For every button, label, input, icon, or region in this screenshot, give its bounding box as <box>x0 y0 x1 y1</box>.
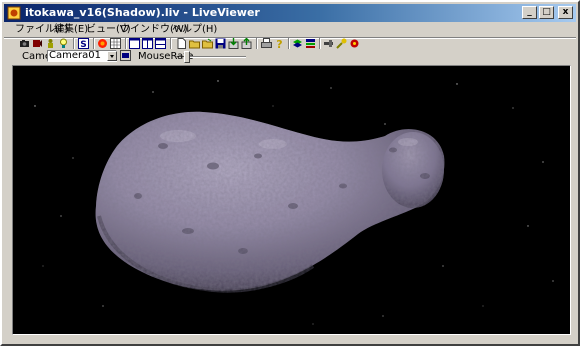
menu-edit[interactable]: 編集(E) <box>54 22 88 37</box>
stop-red-icon[interactable] <box>97 38 108 49</box>
camera-select-arrow-icon[interactable] <box>107 51 117 61</box>
app-icon <box>7 6 21 20</box>
asteroid-model <box>95 111 445 293</box>
s-icon[interactable]: S <box>78 38 89 49</box>
open-folder-icon[interactable] <box>189 38 200 49</box>
toolbar: S ? <box>4 38 576 50</box>
toolbar-separator <box>125 38 127 49</box>
person-icon[interactable] <box>45 38 56 49</box>
toolbar-separator <box>73 38 75 49</box>
print-icon[interactable] <box>261 38 272 49</box>
toolbar-separator <box>256 38 258 49</box>
record-icon[interactable] <box>32 38 43 49</box>
svg-text:S: S <box>80 40 86 49</box>
toolbar-separator <box>93 38 95 49</box>
3d-viewport[interactable] <box>12 65 571 335</box>
gear-red-icon[interactable] <box>349 38 360 49</box>
tool-icon[interactable] <box>323 38 334 49</box>
help-icon[interactable]: ? <box>274 38 285 49</box>
menu-help[interactable]: ヘルプ(H) <box>172 22 217 37</box>
open-folder-2-icon[interactable] <box>202 38 213 49</box>
toolbar-separator <box>319 38 321 49</box>
title-bar[interactable]: itokawa_v16(Shadow).liv - LiveViewer _ □… <box>4 4 576 22</box>
stack-icon[interactable] <box>305 38 316 49</box>
minimize-button[interactable]: _ <box>522 6 537 19</box>
menu-bar: ファイル(F) 編集(E) ビュー(V) ウインドウ(W) ヘルプ(H) <box>4 22 576 37</box>
camera-settings-icon[interactable] <box>120 50 131 61</box>
camera-icon[interactable] <box>19 38 30 49</box>
save-icon[interactable] <box>215 38 226 49</box>
window-tile-icon[interactable] <box>129 38 140 49</box>
close-button[interactable]: x <box>558 6 573 19</box>
svg-text:?: ? <box>276 38 282 49</box>
bulb-icon[interactable] <box>58 38 69 49</box>
maximize-button[interactable]: □ <box>539 6 554 19</box>
grid-icon[interactable] <box>110 38 121 49</box>
new-file-icon[interactable] <box>176 38 187 49</box>
paint-icon[interactable] <box>336 38 347 49</box>
window-title: itokawa_v16(Shadow).liv - LiveViewer <box>25 6 260 19</box>
toolbar-separator <box>170 38 172 49</box>
app-window: itokawa_v16(Shadow).liv - LiveViewer _ □… <box>0 0 580 346</box>
window-split-icon[interactable] <box>142 38 153 49</box>
export-icon[interactable] <box>241 38 252 49</box>
mouserate-slider-track[interactable] <box>184 56 246 58</box>
toolbar-separator <box>288 38 290 49</box>
mouserate-slider-thumb[interactable] <box>184 51 190 63</box>
layers-icon[interactable] <box>292 38 303 49</box>
import-icon[interactable] <box>228 38 239 49</box>
camera-controls: Camera Camera01 MouseRate — <box>4 50 576 64</box>
window-controls: _ □ x <box>522 6 573 20</box>
scene-canvas <box>34 80 554 325</box>
window-panel-icon[interactable] <box>155 38 166 49</box>
